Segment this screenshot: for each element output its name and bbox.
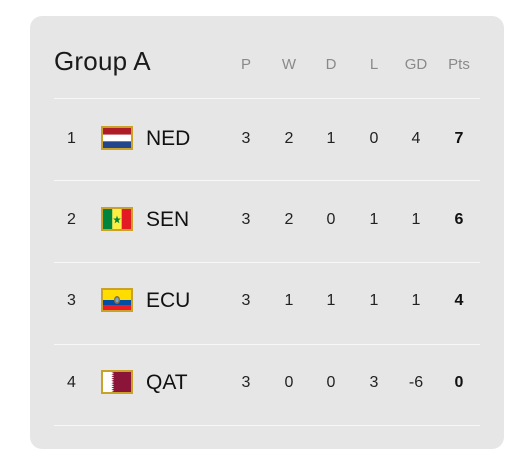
won-value: 2 bbox=[284, 130, 294, 147]
lost-value: 3 bbox=[369, 374, 379, 391]
table-row[interactable]: 3 ECU 3 1 1 1 1 4 bbox=[30, 262, 504, 342]
group-title: Group A bbox=[54, 46, 151, 76]
divider bbox=[54, 98, 480, 99]
drawn-value: 0 bbox=[326, 211, 336, 228]
team-name[interactable]: NED bbox=[146, 127, 190, 151]
goal-difference-value: 1 bbox=[411, 211, 421, 228]
rank: 4 bbox=[67, 374, 76, 391]
team-name[interactable]: SEN bbox=[146, 208, 189, 232]
played-value: 3 bbox=[241, 292, 251, 309]
ecuador-flag-icon bbox=[101, 288, 133, 312]
goal-difference-value: -6 bbox=[408, 374, 424, 391]
points-value: 7 bbox=[454, 130, 464, 147]
header-points: Pts bbox=[448, 56, 470, 73]
team-name[interactable]: ECU bbox=[146, 289, 190, 313]
won-value: 1 bbox=[284, 292, 294, 309]
won-value: 0 bbox=[284, 374, 294, 391]
drawn-value: 0 bbox=[326, 374, 336, 391]
header-goal-difference: GD bbox=[404, 56, 428, 73]
qatar-flag-icon bbox=[101, 370, 133, 394]
drawn-value: 1 bbox=[326, 292, 336, 309]
divider bbox=[54, 425, 480, 426]
group-standings-card: Group A P W D L GD Pts 1 NED 3 2 1 0 4 7… bbox=[30, 16, 504, 449]
rank: 3 bbox=[67, 292, 76, 309]
points-value: 0 bbox=[454, 374, 464, 391]
netherlands-flag-icon bbox=[101, 126, 133, 150]
played-value: 3 bbox=[241, 130, 251, 147]
goal-difference-value: 4 bbox=[411, 130, 421, 147]
points-value: 4 bbox=[454, 292, 464, 309]
header-played: P bbox=[240, 56, 251, 73]
header-won: W bbox=[281, 56, 297, 73]
won-value: 2 bbox=[284, 211, 294, 228]
drawn-value: 1 bbox=[326, 130, 336, 147]
goal-difference-value: 1 bbox=[411, 292, 421, 309]
table-row[interactable]: 2 SEN 3 2 0 1 1 6 bbox=[30, 181, 504, 261]
played-value: 3 bbox=[241, 374, 251, 391]
senegal-flag-icon bbox=[101, 207, 133, 231]
lost-value: 1 bbox=[369, 292, 379, 309]
rank: 2 bbox=[67, 211, 76, 228]
points-value: 6 bbox=[454, 211, 464, 228]
header-drawn: D bbox=[325, 56, 337, 73]
played-value: 3 bbox=[241, 211, 251, 228]
team-name[interactable]: QAT bbox=[146, 371, 188, 395]
lost-value: 1 bbox=[369, 211, 379, 228]
rank: 1 bbox=[67, 130, 76, 147]
lost-value: 0 bbox=[369, 130, 379, 147]
header-lost: L bbox=[369, 56, 379, 73]
table-row[interactable]: 4 QAT 3 0 0 3 -6 0 bbox=[30, 344, 504, 424]
table-row[interactable]: 1 NED 3 2 1 0 4 7 bbox=[30, 100, 504, 180]
